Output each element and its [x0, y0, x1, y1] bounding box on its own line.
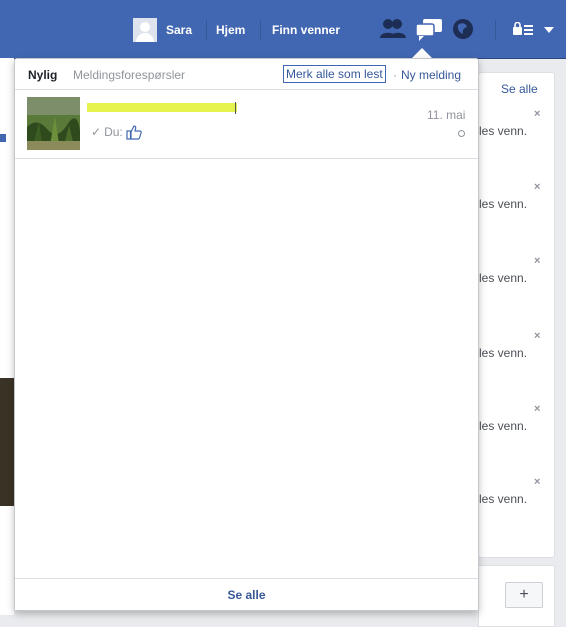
message-thread-item[interactable]: 11. mai ✓ Du: — [15, 90, 478, 159]
thread-thumbnail — [27, 97, 80, 150]
suggestion-row: × les venn. — [479, 255, 554, 285]
feed-photo — [0, 378, 14, 506]
thread-date: 11. mai — [427, 108, 466, 122]
right-panel-see-all-link[interactable]: Se alle — [501, 82, 538, 96]
friend-requests-icon[interactable] — [380, 18, 406, 40]
top-navigation-bar: Sara Hjem Finn venner — [0, 0, 566, 59]
mark-all-read-link[interactable]: Merk alle som lest — [283, 65, 386, 83]
mark-as-read-dot-icon[interactable] — [458, 130, 465, 137]
suggestion-text: les venn. — [479, 492, 528, 506]
profile-link[interactable] — [133, 18, 157, 42]
suggestion-text: les venn. — [479, 419, 528, 433]
tab-recent[interactable]: Nylig — [28, 68, 57, 82]
profile-name-link[interactable]: Sara — [166, 23, 192, 37]
thumbs-up-icon — [126, 125, 142, 140]
new-message-link[interactable]: Ny melding — [401, 68, 461, 82]
messages-dropdown-footer: Se alle — [15, 578, 478, 610]
nav-divider — [260, 20, 261, 40]
close-icon[interactable]: × — [534, 330, 540, 342]
suggestion-row: × les venn. — [479, 476, 554, 506]
close-icon[interactable]: × — [534, 255, 540, 267]
account-menu-chevron-down-icon[interactable] — [544, 27, 554, 33]
privacy-shortcuts-icon[interactable] — [513, 22, 535, 36]
close-icon[interactable]: × — [534, 108, 540, 120]
notifications-globe-icon[interactable] — [452, 18, 474, 40]
add-button[interactable]: + — [505, 582, 543, 608]
suggestion-row: × les venn. — [479, 403, 554, 433]
suggestion-text: les venn. — [479, 271, 528, 285]
suggestion-text: les venn. — [479, 197, 528, 211]
close-icon[interactable]: × — [534, 476, 540, 488]
dropdown-pointer — [412, 48, 432, 58]
suggestion-row: × les venn. — [479, 181, 554, 211]
right-suggestions-panel: Se alle × les venn. × les venn. × les ve… — [478, 72, 555, 558]
thread-preview: ✓ Du: — [91, 124, 142, 140]
find-friends-link[interactable]: Finn venner — [272, 23, 340, 37]
close-icon[interactable]: × — [534, 181, 540, 193]
messages-icon[interactable] — [415, 18, 443, 42]
suggestion-text: les venn. — [479, 124, 528, 138]
link-separator: · — [393, 68, 397, 82]
suggestion-text: les venn. — [479, 346, 528, 360]
feed-accent — [0, 134, 6, 142]
check-icon: ✓ — [91, 125, 102, 139]
close-icon[interactable]: × — [534, 403, 540, 415]
see-all-messages-link[interactable]: Se alle — [15, 588, 478, 602]
suggestion-row: × les venn. — [479, 330, 554, 360]
messages-dropdown-header: Nylig Meldingsforespørsler Merk alle som… — [15, 59, 478, 90]
nav-divider — [495, 20, 496, 40]
redacted-sender-name — [87, 103, 237, 112]
messages-dropdown: Nylig Meldingsforespørsler Merk alle som… — [14, 58, 479, 611]
avatar[interactable] — [133, 18, 157, 42]
preview-prefix: Du: — [104, 125, 123, 139]
nav-divider — [206, 20, 207, 40]
home-link[interactable]: Hjem — [216, 23, 245, 37]
tab-message-requests[interactable]: Meldingsforespørsler — [73, 68, 185, 82]
suggestion-row: × les venn. — [479, 108, 554, 138]
text-cursor — [235, 102, 236, 114]
background-feed-strip — [0, 58, 14, 615]
